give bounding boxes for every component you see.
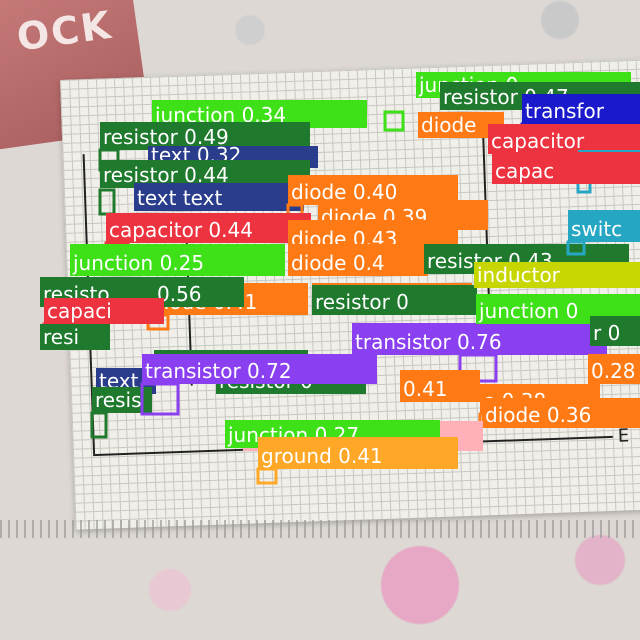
detection: diode 0.36	[482, 398, 640, 428]
detection-label: diode 0.36	[485, 403, 591, 427]
detection: transistor 0.72	[140, 354, 377, 416]
detection-label: junction 0	[478, 299, 578, 323]
photo-scene: OCK E junction 0.34 resistor 0.49 text 0.3…	[0, 0, 640, 640]
detection-overlay: junction 0.34resistor 0.49text 0.32resis…	[40, 72, 640, 485]
detection-label: transistor 0.72	[145, 359, 292, 383]
detection-box	[90, 411, 108, 439]
detection-label: transistor 0.76	[355, 330, 502, 354]
detection-label: 0.41	[403, 377, 448, 401]
detection: ground 0.41	[256, 437, 458, 485]
detection: capacitor	[488, 124, 640, 154]
detection-label: junction 0.25	[72, 251, 204, 275]
detection: resistor 0	[312, 285, 477, 315]
detection-label: capacitor	[491, 129, 585, 153]
detection-label: capaci	[47, 299, 112, 323]
detection-label: resistor 0	[315, 290, 409, 314]
detection-label: ground 0.41	[261, 444, 383, 468]
detection-box	[256, 467, 278, 485]
detection-label: capacitor 0.44	[109, 218, 253, 242]
detection: 0.56	[154, 277, 244, 307]
detection: text text	[134, 183, 304, 211]
detection-label: resi	[43, 325, 79, 349]
detection: 0.41	[400, 370, 480, 402]
detection-label: transfor	[525, 99, 605, 123]
detection-label: text text	[137, 186, 222, 210]
detection: capac	[492, 152, 640, 184]
detection-box	[98, 188, 116, 216]
detection-label: 0.28	[591, 359, 636, 383]
detection-label: r 0	[593, 321, 620, 345]
detection-label: diode 0.4	[291, 251, 385, 275]
detection-box	[383, 110, 405, 132]
detection-label: switc	[571, 217, 622, 241]
detection: resi	[40, 324, 110, 350]
detection: junction 0.25	[70, 244, 285, 276]
detection: r 0	[590, 316, 640, 346]
detection: 0.28	[588, 354, 640, 384]
detection-label: diode	[421, 113, 477, 137]
detection-label: inductor	[477, 263, 561, 287]
detection: diode 0.4	[288, 244, 428, 276]
detection: inductor	[474, 262, 640, 288]
detection-label: resis	[95, 388, 141, 412]
detection-label: capac	[495, 159, 554, 183]
